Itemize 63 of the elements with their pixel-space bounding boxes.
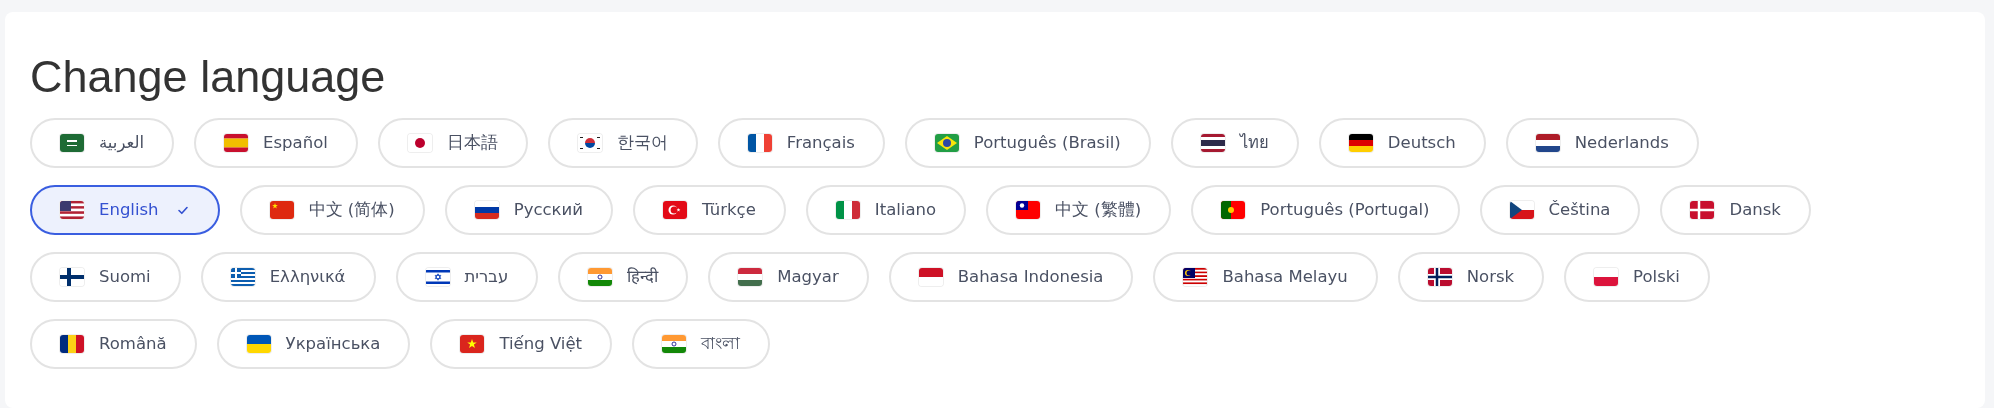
flag-icon	[1509, 201, 1534, 219]
language-button[interactable]: Suomi	[30, 252, 181, 302]
flag-icon	[1594, 268, 1619, 286]
language-button[interactable]: Bahasa Melayu	[1153, 252, 1378, 302]
flag-icon	[1200, 134, 1225, 152]
flag-icon	[60, 335, 84, 353]
language-button[interactable]: Nederlands	[1505, 118, 1699, 168]
flag-icon	[1348, 134, 1373, 152]
language-button[interactable]: Italiano	[805, 185, 967, 235]
language-button[interactable]: 日本語	[377, 118, 528, 168]
flag-icon	[60, 134, 84, 152]
flag-icon	[407, 134, 432, 152]
language-button[interactable]: Tiếng Việt	[430, 319, 613, 369]
language-button[interactable]: Norsk	[1397, 252, 1545, 302]
flag-icon	[663, 201, 687, 219]
flag-icon	[60, 268, 84, 286]
language-button[interactable]: Bahasa Indonesia	[888, 252, 1134, 302]
language-button[interactable]: עברית	[395, 252, 539, 302]
flag-icon	[1690, 201, 1715, 219]
language-button[interactable]: Français	[717, 118, 885, 168]
flag-icon	[60, 201, 84, 219]
flag-icon	[425, 268, 450, 286]
language-button[interactable]: ไทย	[1170, 118, 1299, 168]
flag-icon	[738, 268, 763, 286]
flag-icon	[1016, 201, 1041, 219]
language-button[interactable]: 中文 (繁體)	[986, 185, 1172, 235]
flag-icon	[918, 268, 943, 286]
flag-icon	[588, 268, 613, 286]
flag-icon	[224, 134, 249, 152]
language-button[interactable]: Polski	[1564, 252, 1710, 302]
flag-icon	[474, 201, 499, 219]
flag-icon	[230, 268, 255, 286]
language-button[interactable]: العربية	[30, 118, 175, 168]
language-button[interactable]: 한국어	[547, 118, 698, 168]
flag-icon	[1221, 201, 1246, 219]
language-button[interactable]: Türkçe	[633, 185, 786, 235]
language-button[interactable]: বাংলা	[632, 319, 771, 369]
page-title: Change language	[30, 50, 387, 104]
language-button[interactable]: Українська	[216, 319, 411, 369]
flag-icon	[934, 134, 959, 152]
language-button[interactable]: Dansk	[1660, 185, 1811, 235]
language-button[interactable]: Español	[194, 118, 358, 168]
language-button[interactable]: Magyar	[708, 252, 869, 302]
language-button[interactable]: Čeština	[1479, 185, 1641, 235]
flag-icon	[460, 335, 485, 353]
language-button[interactable]: Deutsch	[1318, 118, 1486, 168]
flag-icon	[1183, 268, 1208, 286]
language-button[interactable]: Ελληνικά	[200, 252, 376, 302]
flag-icon	[1535, 134, 1560, 152]
flag-icon	[835, 201, 860, 219]
flag-icon	[577, 134, 602, 152]
language-button[interactable]: हिन्दी	[558, 252, 689, 302]
flag-icon	[1427, 268, 1452, 286]
flag-icon	[246, 335, 271, 353]
language-button[interactable]: Русский	[444, 185, 613, 235]
language-button[interactable]: Português (Portugal)	[1191, 185, 1460, 235]
language-button[interactable]: 中文 (简体)	[239, 185, 425, 235]
flag-icon	[269, 201, 294, 219]
flag-icon	[747, 134, 772, 152]
flag-icon	[662, 335, 687, 353]
language-button[interactable]: Română	[30, 319, 197, 369]
language-button[interactable]: Português (Brasil)	[904, 118, 1151, 168]
language-button[interactable]: English	[30, 185, 220, 235]
